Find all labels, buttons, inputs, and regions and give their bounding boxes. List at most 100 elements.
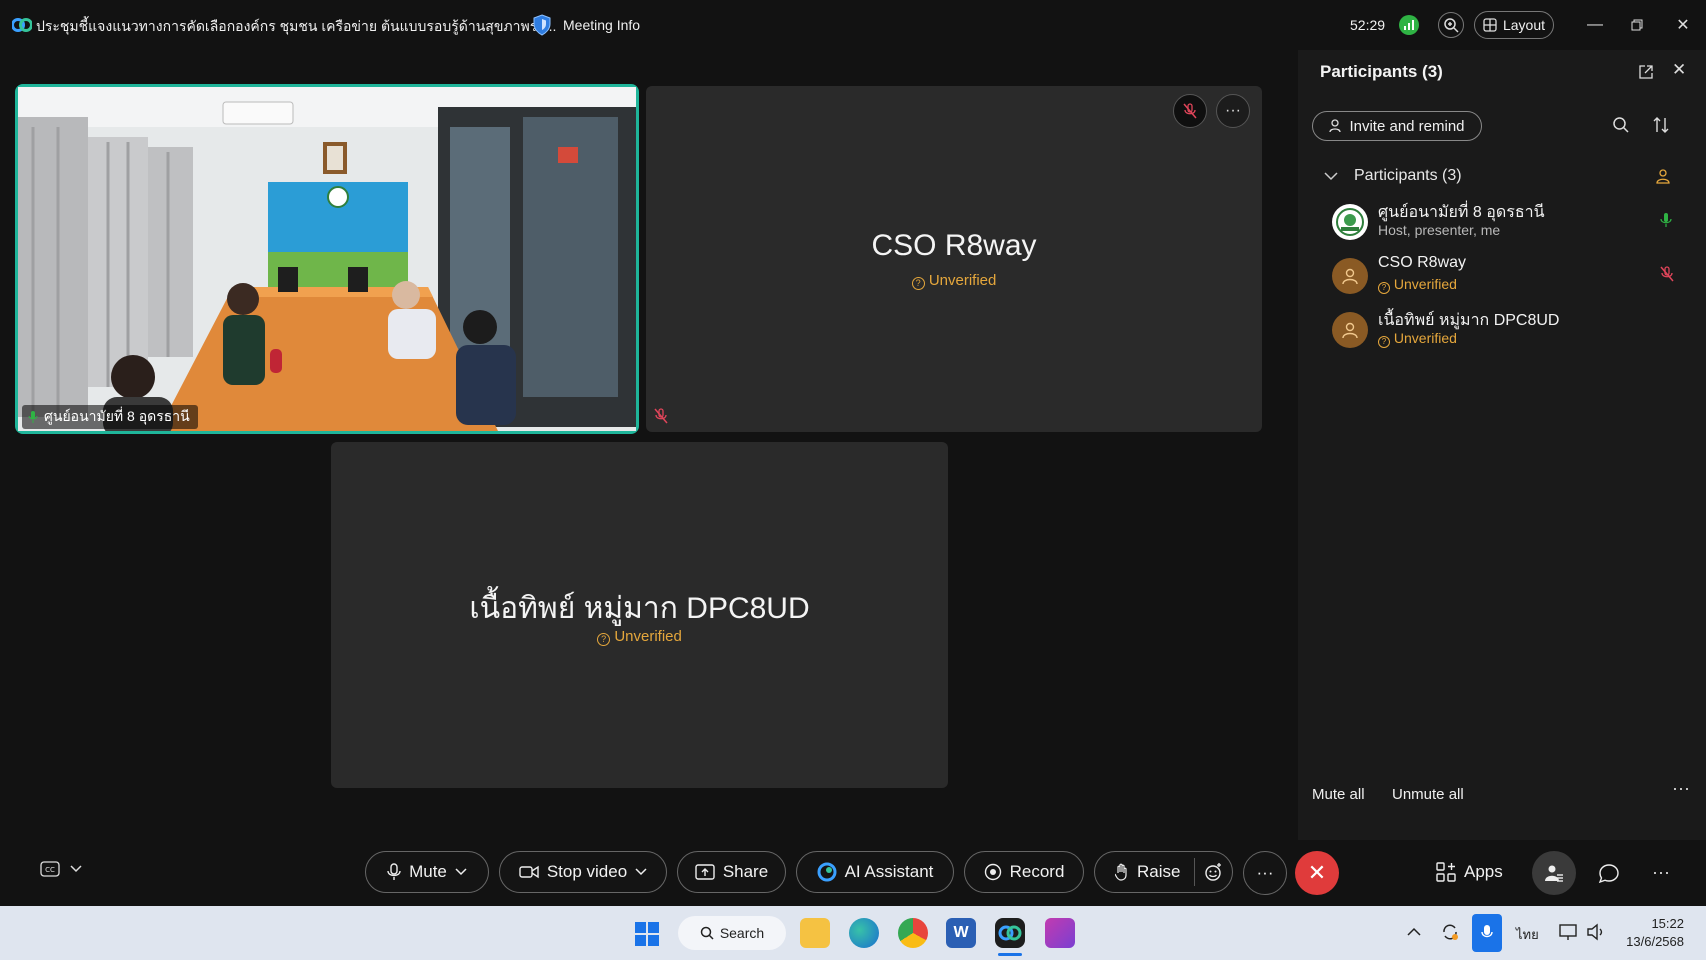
mute-label: Mute xyxy=(409,862,447,881)
edge-browser-icon[interactable] xyxy=(849,918,879,948)
participants-icon xyxy=(1545,865,1563,882)
volume-icon[interactable] xyxy=(1586,923,1606,941)
chat-icon[interactable] xyxy=(1598,863,1620,885)
clock-date: 13/6/2568 xyxy=(1626,934,1684,949)
stop-video-button[interactable]: Stop video xyxy=(499,851,667,893)
video-tile-dpc[interactable]: เนื้อทิพย์ หมู่มาก DPC8UD ? Unverified xyxy=(331,442,948,788)
pop-out-icon[interactable] xyxy=(1638,64,1654,80)
stop-video-label: Stop video xyxy=(546,862,628,881)
ai-assistant-button[interactable]: AI Assistant xyxy=(796,851,954,893)
input-language[interactable]: ไทย xyxy=(1516,924,1539,945)
participant-status: ? Unverified xyxy=(1378,330,1457,348)
minimize-icon[interactable]: — xyxy=(1582,12,1608,38)
more-options-icon[interactable]: ··· xyxy=(1216,94,1250,128)
video-tile-host[interactable]: ศูนย์อนามัยที่ 8 อุดรธานี xyxy=(15,84,639,437)
more-options-icon[interactable]: ··· xyxy=(1652,862,1670,883)
chevron-down-icon xyxy=(455,868,467,876)
participant-role: Host, presenter, me xyxy=(1378,222,1501,238)
reactions-icon[interactable] xyxy=(1203,862,1223,882)
dpc-unverified-status: ? Unverified xyxy=(331,628,948,646)
layout-button[interactable]: Layout xyxy=(1474,11,1554,39)
share-label: Share xyxy=(722,862,769,881)
participant-row[interactable]: ศูนย์อนามัยที่ 8 อุดรธานี Host, presente… xyxy=(1332,200,1672,248)
mic-muted-icon xyxy=(1183,103,1197,119)
cso-tile-name: CSO R8way xyxy=(871,229,1037,262)
apps-button[interactable]: Apps xyxy=(1436,862,1503,882)
webex-logo-icon xyxy=(12,18,32,32)
windows-start-icon[interactable] xyxy=(634,921,660,947)
mic-on-icon[interactable] xyxy=(1660,212,1672,228)
search-icon[interactable] xyxy=(1612,116,1630,134)
mute-all-button[interactable]: Mute all xyxy=(1312,786,1365,803)
participant-row[interactable]: CSO R8way ? Unverified xyxy=(1332,254,1674,302)
closed-captions-icon: CC xyxy=(40,861,60,877)
person-icon xyxy=(1342,322,1358,339)
cso-unverified-status: ? Unverified xyxy=(646,272,1262,290)
raise-label: Raise xyxy=(1137,862,1181,881)
editor-app-icon[interactable] xyxy=(1045,918,1075,948)
invite-label: Invite and remind xyxy=(1349,117,1465,135)
host-badge-icon xyxy=(1656,169,1670,184)
chevron-up-icon[interactable] xyxy=(1407,927,1421,937)
hand-icon xyxy=(1115,863,1127,881)
participants-group-label[interactable]: Participants (3) xyxy=(1354,167,1462,185)
more-controls-icon[interactable]: ··· xyxy=(1243,851,1287,895)
record-button[interactable]: Record xyxy=(964,851,1084,893)
meeting-info-link[interactable]: Meeting Info xyxy=(563,17,640,33)
invite-and-remind-button[interactable]: Invite and remind xyxy=(1312,111,1482,141)
network-signal-icon[interactable] xyxy=(1399,15,1419,35)
chrome-browser-icon[interactable] xyxy=(898,918,928,948)
word-icon[interactable]: W xyxy=(946,918,976,948)
participants-toggle-button[interactable] xyxy=(1532,851,1576,895)
taskbar-clock[interactable]: 15:22 13/6/2568 xyxy=(1626,915,1684,951)
participant-row[interactable]: เนื้อทิพย์ หมู่มาก DPC8UD ? Unverified xyxy=(1332,308,1672,356)
host-name-label: ศูนย์อนามัยที่ 8 อุดรธานี xyxy=(22,405,198,429)
raise-hand-button[interactable]: Raise xyxy=(1094,851,1233,893)
host-tile-name: ศูนย์อนามัยที่ 8 อุดรธานี xyxy=(44,408,190,424)
file-explorer-icon[interactable] xyxy=(800,918,830,948)
zoom-icon[interactable] xyxy=(1438,12,1464,38)
close-panel-icon[interactable]: ✕ xyxy=(1672,60,1686,80)
windows-taskbar: Search W ไทย 15:22 13/6/2568 xyxy=(0,906,1706,960)
meeting-title: ประชุมชี้แจงแนวทางการคัดเลือกองค์กร ชุมช… xyxy=(36,18,557,34)
chevron-down-icon[interactable] xyxy=(1324,171,1338,181)
sort-icon[interactable] xyxy=(1652,116,1670,134)
webex-taskbar-icon[interactable] xyxy=(995,918,1025,948)
taskbar-search-label: Search xyxy=(719,925,765,941)
mic-on-icon xyxy=(28,411,38,423)
avatar xyxy=(1332,312,1368,348)
mic-muted-icon[interactable] xyxy=(1660,266,1674,282)
mute-participant-button[interactable] xyxy=(1173,94,1207,128)
close-window-icon[interactable]: ✕ xyxy=(1670,12,1696,38)
microphone-in-use-icon[interactable] xyxy=(1472,914,1502,952)
end-call-button[interactable]: ✕ xyxy=(1295,851,1339,895)
ai-assistant-icon xyxy=(817,862,837,882)
share-screen-icon xyxy=(695,864,715,880)
unverified-icon: ? xyxy=(1378,282,1390,294)
taskbar-search-box[interactable]: Search xyxy=(678,916,786,950)
clock-time: 15:22 xyxy=(1651,916,1684,931)
add-person-icon xyxy=(1329,119,1342,133)
close-icon: ✕ xyxy=(1307,860,1327,885)
panel-more-icon[interactable]: ··· xyxy=(1672,778,1690,799)
unmute-all-button[interactable]: Unmute all xyxy=(1392,786,1464,803)
restore-icon[interactable] xyxy=(1624,12,1650,38)
host-video-feed xyxy=(18,87,636,437)
shield-icon[interactable] xyxy=(532,14,552,36)
record-label: Record xyxy=(1009,862,1065,881)
divider xyxy=(1194,858,1196,886)
meeting-timer: 52:29 xyxy=(1350,17,1386,33)
captions-button[interactable]: CC xyxy=(40,861,82,877)
participant-name: CSO R8way xyxy=(1378,254,1467,271)
avatar xyxy=(1332,204,1368,240)
sync-icon[interactable] xyxy=(1440,922,1460,942)
video-tile-cso[interactable]: ··· CSO R8way ? Unverified xyxy=(646,86,1262,432)
network-icon[interactable] xyxy=(1558,923,1578,941)
unverified-icon: ? xyxy=(597,633,611,646)
microphone-icon xyxy=(387,863,401,880)
active-app-indicator xyxy=(998,953,1022,956)
mute-button[interactable]: Mute xyxy=(365,851,489,893)
layout-grid-icon xyxy=(1483,18,1497,32)
person-icon xyxy=(1342,268,1358,285)
share-button[interactable]: Share xyxy=(677,851,786,893)
